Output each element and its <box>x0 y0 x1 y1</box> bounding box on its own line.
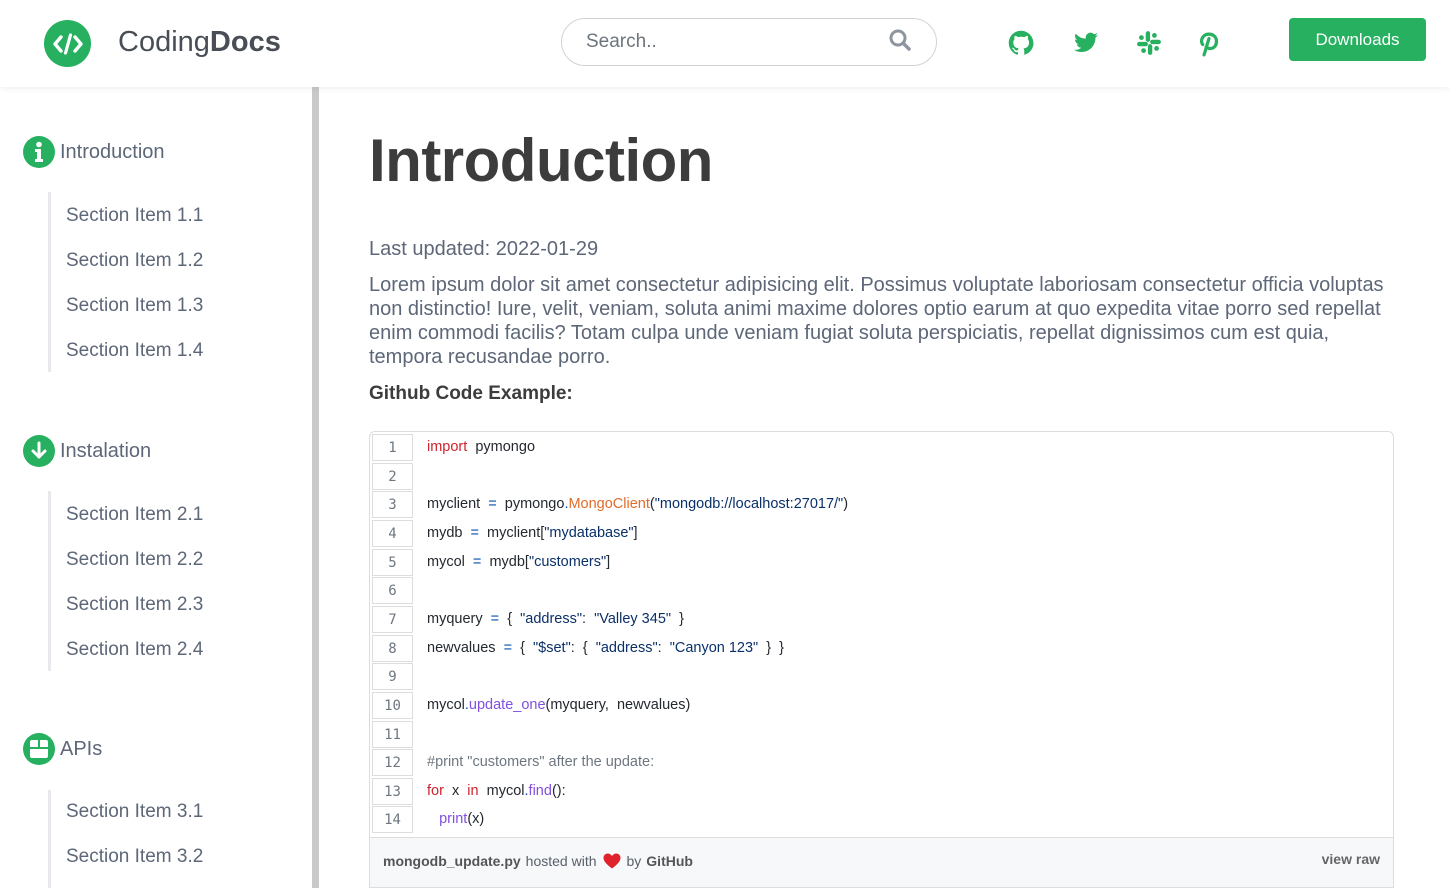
top-header: CodingDocs Downloads <box>0 0 1450 87</box>
hosted-with-text: hosted with <box>525 853 597 869</box>
code-line: 7 myquery = { "address": "Valley 345" } <box>370 606 1393 635</box>
last-updated: Last updated: 2022-01-29 <box>369 238 599 260</box>
github-icon[interactable] <box>1006 28 1036 58</box>
view-raw-link[interactable]: view raw <box>1322 851 1380 867</box>
line-number[interactable]: 5 <box>372 549 413 576</box>
sidebar-item-1-2[interactable]: Section Item 1.2 <box>66 250 203 272</box>
code-line: 4 mydb = myclient["mydatabase"] <box>370 520 1393 549</box>
slack-icon[interactable] <box>1134 28 1164 58</box>
code-line: 13 for x in mycol.find(): <box>370 778 1393 807</box>
sidebar-item-3-2[interactable]: Section Item 3.2 <box>66 846 203 868</box>
box-icon <box>23 733 55 765</box>
line-number[interactable]: 3 <box>372 491 413 518</box>
line-number[interactable]: 11 <box>372 721 413 748</box>
code-text: mycol = mydb["customers"] <box>427 554 611 570</box>
sidebar-section-title: Instalation <box>60 439 152 462</box>
gist-meta-bar: mongodb_update.py hosted with by GitHub … <box>370 837 1393 887</box>
line-number[interactable]: 4 <box>372 520 413 547</box>
sidebar-section-list: Section Item 2.1 Section Item 2.2 Sectio… <box>48 491 251 671</box>
line-number[interactable]: 1 <box>372 434 413 461</box>
pinterest-icon[interactable] <box>1195 28 1225 58</box>
sidebar-section-title: APIs <box>60 737 103 760</box>
code-text: mycol.update_one(myquery, newvalues) <box>427 697 691 713</box>
code-text: import pymongo <box>427 439 536 455</box>
heart-icon <box>603 853 621 869</box>
downloads-button[interactable]: Downloads <box>1289 18 1426 61</box>
line-number[interactable]: 12 <box>372 749 413 776</box>
sidebar-section-list: Section Item 1.1 Section Item 1.2 Sectio… <box>48 192 251 372</box>
intro-paragraph: Lorem ipsum dolor sit amet consectetur a… <box>369 274 1384 368</box>
example-heading: Github Code Example: <box>369 383 573 404</box>
code-line: 8 newvalues = { "$set": { "address": "Ca… <box>370 635 1393 664</box>
sidebar-item-1-3[interactable]: Section Item 1.3 <box>66 295 203 317</box>
line-number[interactable]: 14 <box>372 806 413 833</box>
twitter-icon[interactable] <box>1071 28 1101 58</box>
sidebar-section-apis[interactable]: APIs <box>23 733 102 765</box>
line-number[interactable]: 8 <box>372 635 413 662</box>
code-text: #print "customers" after the update: <box>427 754 655 770</box>
line-number[interactable]: 7 <box>372 606 413 633</box>
info-icon <box>23 136 55 168</box>
code-line: 9 <box>370 663 1393 692</box>
line-number[interactable]: 9 <box>372 663 413 690</box>
search-input[interactable] <box>586 31 888 53</box>
code-line: 14 print(x) <box>370 806 1393 835</box>
sidebar-item-2-3[interactable]: Section Item 2.3 <box>66 594 203 616</box>
github-gist-embed: 1 import pymongo 2 3 myclient = pymongo.… <box>369 431 1394 888</box>
sidebar-item-3-1[interactable]: Section Item 3.1 <box>66 801 203 823</box>
by-text: by <box>626 853 642 869</box>
search-icon[interactable] <box>888 28 912 57</box>
sidebar-item-1-1[interactable]: Section Item 1.1 <box>66 205 203 227</box>
sidebar-item-1-4[interactable]: Section Item 1.4 <box>66 340 203 362</box>
sidebar-section-title: Introduction <box>60 140 165 163</box>
sidebar-item-2-2[interactable]: Section Item 2.2 <box>66 549 203 571</box>
line-number[interactable]: 2 <box>372 463 413 490</box>
code-line: 1 import pymongo <box>370 434 1393 463</box>
line-number[interactable]: 13 <box>372 778 413 805</box>
sidebar-item-2-4[interactable]: Section Item 2.4 <box>66 639 203 661</box>
line-number[interactable]: 10 <box>372 692 413 719</box>
sidebar-section-instalation[interactable]: Instalation <box>23 435 151 467</box>
line-number[interactable]: 6 <box>372 577 413 604</box>
gist-filename-link[interactable]: mongodb_update.py <box>383 853 521 869</box>
code-line: 3 myclient = pymongo.MongoClient("mongod… <box>370 491 1393 520</box>
code-text: for x in mycol.find(): <box>427 783 566 799</box>
sidebar-section-list: Section Item 3.1 Section Item 3.2 <box>48 790 251 888</box>
arrow-down-icon <box>23 435 55 467</box>
code-line: 5 mycol = mydb["customers"] <box>370 549 1393 578</box>
code-logo-icon[interactable] <box>44 20 91 67</box>
code-text: myquery = { "address": "Valley 345" } <box>427 611 684 627</box>
gist-file-info: mongodb_update.py hosted with by GitHub <box>383 853 693 869</box>
code-line: 11 <box>370 721 1393 750</box>
code-block: 1 import pymongo 2 3 myclient = pymongo.… <box>370 432 1393 837</box>
sidebar-section-introduction[interactable]: Introduction <box>23 136 165 168</box>
brand-name[interactable]: CodingDocs <box>118 26 281 59</box>
code-line: 6 <box>370 577 1393 606</box>
search-box <box>561 18 937 66</box>
page-title: Introduction <box>369 127 713 194</box>
brand-bold: Docs <box>209 26 281 58</box>
code-text: print(x) <box>439 811 485 827</box>
brand-light: Coding <box>118 26 210 58</box>
code-line: 10 mycol.update_one(myquery, newvalues) <box>370 692 1393 721</box>
sidebar-scrollbar[interactable] <box>312 87 319 888</box>
code-text: myclient = pymongo.MongoClient("mongodb:… <box>427 496 849 512</box>
code-line: 2 <box>370 463 1393 492</box>
github-link[interactable]: GitHub <box>646 853 693 869</box>
sidebar-item-2-1[interactable]: Section Item 2.1 <box>66 504 203 526</box>
code-line: 12 #print "customers" after the update: <box>370 749 1393 778</box>
code-text: newvalues = { "$set": { "address": "Cany… <box>427 640 785 656</box>
code-text: mydb = myclient["mydatabase"] <box>427 525 638 541</box>
